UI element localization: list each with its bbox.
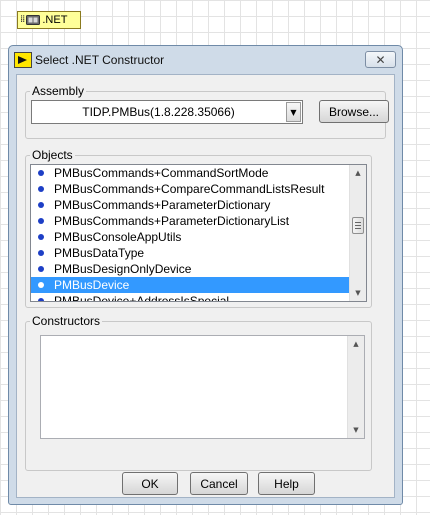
objects-label: Objects <box>30 148 75 162</box>
scrollbar-thumb[interactable] <box>352 217 364 234</box>
list-item-label: PMBusDataType <box>54 246 145 260</box>
help-button[interactable]: Help <box>258 472 315 495</box>
class-bullet-icon <box>38 186 44 192</box>
class-bullet-icon <box>38 298 44 301</box>
ok-button-label: OK <box>141 476 159 491</box>
title-bar[interactable]: Select .NET Constructor ✕ <box>9 46 402 73</box>
list-item[interactable]: PMBusDevice+AddressIsSpecial <box>31 293 349 302</box>
help-button-label: Help <box>274 476 299 491</box>
browse-button[interactable]: Browse... <box>319 100 389 123</box>
list-item-label: PMBusDevice+AddressIsSpecial <box>54 294 230 302</box>
dotnet-object-icon <box>26 15 41 25</box>
node-terminal-icon: ⁞⁞ <box>20 14 25 25</box>
class-bullet-icon <box>38 266 44 272</box>
class-bullet-icon <box>38 202 44 208</box>
scroll-up-icon[interactable]: ▲ <box>348 336 364 352</box>
node-label: .NET <box>42 14 68 26</box>
scroll-down-icon[interactable]: ▼ <box>350 285 366 301</box>
list-item-label: PMBusDesignOnlyDevice <box>54 262 192 276</box>
list-item[interactable]: PMBusCommands+ParameterDictionary <box>31 197 349 213</box>
cancel-button[interactable]: Cancel <box>190 472 248 495</box>
list-item[interactable]: PMBusCommands+ParameterDictionaryList <box>31 213 349 229</box>
assembly-label: Assembly <box>30 84 87 98</box>
ok-button[interactable]: OK <box>122 472 178 495</box>
list-item[interactable]: PMBusDevice <box>31 277 349 293</box>
chevron-down-icon: ▼ <box>290 107 297 117</box>
list-item-label: PMBusCommands+CommandSortMode <box>54 166 269 180</box>
list-item[interactable]: PMBusCommands+CommandSortMode <box>31 165 349 181</box>
list-item-label: PMBusDevice <box>54 278 130 292</box>
constructors-label: Constructors <box>30 314 103 328</box>
list-item-label: PMBusCommands+CompareCommandListsResult <box>54 182 325 196</box>
list-item[interactable]: PMBusCommands+CompareCommandListsResult <box>31 181 349 197</box>
objects-group: Objects PMBusCommands+CommandSortMode PMB… <box>25 148 372 308</box>
scroll-down-icon[interactable]: ▼ <box>348 422 364 438</box>
objects-scrollbar[interactable]: ▲ ▼ <box>349 165 366 301</box>
assembly-dropdown[interactable]: TIDP.PMBus(1.8.228.35066) ▼ <box>31 100 303 124</box>
assembly-value: TIDP.PMBus(1.8.228.35066) <box>82 105 235 119</box>
class-bullet-icon <box>38 282 44 288</box>
list-item-label: PMBusCommands+ParameterDictionary <box>54 198 271 212</box>
dropdown-button[interactable]: ▼ <box>286 102 301 122</box>
close-icon: ✕ <box>375 52 386 67</box>
objects-list[interactable]: PMBusCommands+CommandSortMode PMBusComman… <box>30 164 367 302</box>
dotnet-constructor-node[interactable]: ⁞⁞ .NET <box>17 11 81 29</box>
close-button[interactable]: ✕ <box>365 51 396 68</box>
class-bullet-icon <box>38 250 44 256</box>
class-bullet-icon <box>38 218 44 224</box>
class-bullet-icon <box>38 234 44 240</box>
dialog-title: Select .NET Constructor <box>35 53 165 67</box>
cancel-button-label: Cancel <box>200 476 238 491</box>
labview-app-icon <box>14 52 32 68</box>
list-item-label: PMBusCommands+ParameterDictionaryList <box>54 214 290 228</box>
list-item[interactable]: PMBusConsoleAppUtils <box>31 229 349 245</box>
assembly-group: Assembly TIDP.PMBus(1.8.228.35066) ▼ Bro… <box>25 84 389 139</box>
constructors-group: Constructors ▲ ▼ <box>25 314 372 471</box>
constructors-list[interactable]: ▲ ▼ <box>40 335 365 439</box>
browse-button-label: Browse... <box>328 104 379 119</box>
list-item[interactable]: PMBusDataType <box>31 245 349 261</box>
select-constructor-dialog: Select .NET Constructor ✕ Assembly TIDP.… <box>8 45 403 505</box>
dialog-body: Assembly TIDP.PMBus(1.8.228.35066) ▼ Bro… <box>16 74 395 498</box>
class-bullet-icon <box>38 170 44 176</box>
list-item[interactable]: PMBusDesignOnlyDevice <box>31 261 349 277</box>
scroll-up-icon[interactable]: ▲ <box>350 165 366 181</box>
constructors-scrollbar[interactable]: ▲ ▼ <box>347 336 364 438</box>
list-item-label: PMBusConsoleAppUtils <box>54 230 182 244</box>
objects-list-rows: PMBusCommands+CommandSortMode PMBusComman… <box>31 165 349 301</box>
